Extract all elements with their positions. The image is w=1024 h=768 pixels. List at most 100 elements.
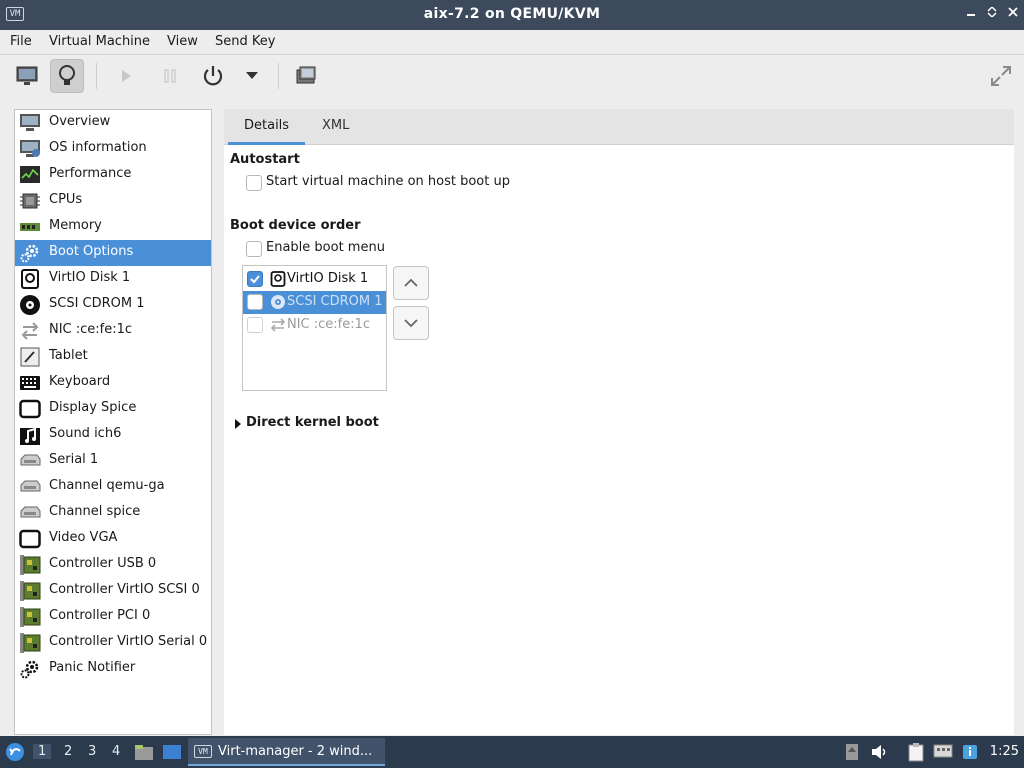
channel-icon bbox=[18, 476, 42, 498]
file-manager-launcher[interactable] bbox=[134, 742, 154, 762]
chevron-down-icon bbox=[404, 319, 418, 328]
boot-device-row[interactable]: VirtIO Disk 1 bbox=[243, 268, 386, 291]
workspace-2[interactable]: 2 bbox=[64, 744, 72, 759]
sidebar-item-label: Serial 1 bbox=[49, 452, 99, 467]
taskbar-window-label: Virt-manager - 2 wind... bbox=[218, 744, 373, 759]
show-console-button[interactable] bbox=[10, 59, 44, 93]
display-icon bbox=[18, 398, 42, 420]
snapshots-icon bbox=[296, 66, 316, 84]
tray-notifications[interactable] bbox=[960, 742, 980, 762]
move-down-button[interactable] bbox=[393, 306, 429, 340]
run-button[interactable] bbox=[109, 59, 143, 93]
move-up-button[interactable] bbox=[393, 266, 429, 300]
taskbar-window-virt-manager[interactable]: VM Virt-manager - 2 wind... bbox=[188, 738, 385, 766]
boot-device-checkbox[interactable] bbox=[247, 294, 263, 310]
sidebar-item-serial-1[interactable]: Serial 1 bbox=[15, 448, 211, 474]
tray-network[interactable] bbox=[933, 742, 953, 762]
enable-boot-menu-checkbox[interactable] bbox=[246, 241, 262, 257]
sidebar-item-controller-virtio-scsi-0[interactable]: Controller VirtIO SCSI 0 bbox=[15, 578, 211, 604]
desktop-icon bbox=[163, 745, 181, 759]
sidebar-item-panic-notifier[interactable]: Panic Notifier bbox=[15, 656, 211, 682]
tray-updates[interactable] bbox=[842, 742, 862, 762]
menu-view[interactable]: View bbox=[167, 34, 198, 49]
sidebar-item-video-vga[interactable]: Video VGA bbox=[15, 526, 211, 552]
boot-device-row[interactable]: SCSI CDROM 1 bbox=[243, 291, 386, 314]
fullscreen-button[interactable] bbox=[984, 59, 1018, 93]
window-title: aix-7.2 on QEMU/KVM bbox=[423, 6, 601, 22]
workspace-3[interactable]: 3 bbox=[88, 744, 96, 759]
sidebar-item-channel-qemu-ga[interactable]: Channel qemu-ga bbox=[15, 474, 211, 500]
cpu-chip-icon bbox=[18, 190, 42, 212]
hardware-list[interactable]: Overview OS information Performance CPUs… bbox=[14, 109, 212, 735]
sidebar-item-tablet[interactable]: Tablet bbox=[15, 344, 211, 370]
boot-device-label: SCSI CDROM 1 bbox=[287, 294, 383, 309]
snapshots-button[interactable] bbox=[289, 59, 323, 93]
gear-icon bbox=[18, 658, 42, 680]
tray-volume[interactable] bbox=[870, 742, 890, 762]
boot-order-title: Boot device order bbox=[230, 218, 361, 233]
boot-device-checkbox[interactable] bbox=[247, 271, 263, 287]
tab-details[interactable]: Details bbox=[228, 109, 306, 145]
sidebar-item-channel-spice[interactable]: Channel spice bbox=[15, 500, 211, 526]
boot-device-label: VirtIO Disk 1 bbox=[287, 271, 369, 286]
sidebar-item-nic[interactable]: NIC :ce:fe:1c bbox=[15, 318, 211, 344]
sidebar-item-label: Display Spice bbox=[49, 400, 137, 415]
boot-device-list[interactable]: VirtIO Disk 1 SCSI CDROM 1 NIC :ce:fe:1c bbox=[242, 265, 387, 391]
clipboard-icon bbox=[908, 743, 924, 762]
menu-send-key[interactable]: Send Key bbox=[215, 34, 275, 49]
sidebar-item-label: Sound ich6 bbox=[49, 426, 122, 441]
sidebar-item-virtio-disk-1[interactable]: VirtIO Disk 1 bbox=[15, 266, 211, 292]
shutdown-button[interactable] bbox=[196, 59, 230, 93]
workspace-4[interactable]: 4 bbox=[112, 744, 120, 759]
sidebar-item-label: Tablet bbox=[49, 348, 88, 363]
sidebar-item-label: Channel qemu-ga bbox=[49, 478, 165, 493]
play-icon bbox=[122, 70, 131, 82]
gears-icon bbox=[18, 242, 42, 264]
autostart-checkbox[interactable] bbox=[246, 175, 262, 191]
minimize-button[interactable] bbox=[962, 5, 980, 23]
tablet-icon bbox=[18, 346, 42, 368]
sidebar-item-cpus[interactable]: CPUs bbox=[15, 188, 211, 214]
show-desktop-button[interactable] bbox=[162, 742, 182, 762]
menu-virtual-machine[interactable]: Virtual Machine bbox=[49, 34, 150, 49]
sidebar-item-keyboard[interactable]: Keyboard bbox=[15, 370, 211, 396]
pause-icon bbox=[164, 69, 176, 83]
boot-device-row[interactable]: NIC :ce:fe:1c bbox=[243, 314, 386, 337]
controller-card-icon bbox=[18, 632, 42, 654]
sidebar-item-os-information[interactable]: OS information bbox=[15, 136, 211, 162]
sidebar-item-display-spice[interactable]: Display Spice bbox=[15, 396, 211, 422]
direct-kernel-boot-title: Direct kernel boot bbox=[246, 415, 379, 430]
workspace-1[interactable]: 1 bbox=[33, 744, 52, 759]
sidebar-item-controller-virtio-serial-0[interactable]: Controller VirtIO Serial 0 bbox=[15, 630, 211, 656]
boot-device-checkbox[interactable] bbox=[247, 317, 263, 333]
sidebar-item-controller-pci-0[interactable]: Controller PCI 0 bbox=[15, 604, 211, 630]
sidebar-item-performance[interactable]: Performance bbox=[15, 162, 211, 188]
menu-bar: File Virtual Machine View Send Key bbox=[0, 30, 1024, 55]
close-icon bbox=[1008, 7, 1018, 17]
shutdown-menu-button[interactable] bbox=[235, 59, 269, 93]
sidebar-item-sound-ich6[interactable]: Sound ich6 bbox=[15, 422, 211, 448]
sidebar-item-label: OS information bbox=[49, 140, 147, 155]
controller-card-icon bbox=[18, 606, 42, 628]
serial-port-icon bbox=[18, 450, 42, 472]
show-details-button[interactable] bbox=[50, 59, 84, 93]
sidebar-item-controller-usb-0[interactable]: Controller USB 0 bbox=[15, 552, 211, 578]
tray-clipboard[interactable] bbox=[906, 742, 926, 762]
close-button[interactable] bbox=[1004, 5, 1022, 23]
menu-file[interactable]: File bbox=[10, 34, 32, 49]
tab-xml[interactable]: XML bbox=[306, 109, 365, 145]
sound-icon bbox=[18, 424, 42, 446]
sidebar-item-label: Boot Options bbox=[49, 244, 134, 259]
sidebar-item-overview[interactable]: Overview bbox=[15, 110, 211, 136]
start-menu-button[interactable] bbox=[5, 742, 25, 762]
sidebar-item-boot-options[interactable]: Boot Options bbox=[15, 240, 211, 266]
network-icon bbox=[933, 744, 953, 758]
monitor-icon bbox=[18, 112, 42, 134]
sidebar-item-scsi-cdrom-1[interactable]: SCSI CDROM 1 bbox=[15, 292, 211, 318]
performance-graph-icon bbox=[18, 164, 42, 186]
chevron-down-icon bbox=[246, 72, 258, 79]
lightbulb-icon bbox=[59, 65, 75, 85]
sidebar-item-memory[interactable]: Memory bbox=[15, 214, 211, 240]
pause-button[interactable] bbox=[153, 59, 187, 93]
maximize-button[interactable] bbox=[983, 5, 1001, 23]
